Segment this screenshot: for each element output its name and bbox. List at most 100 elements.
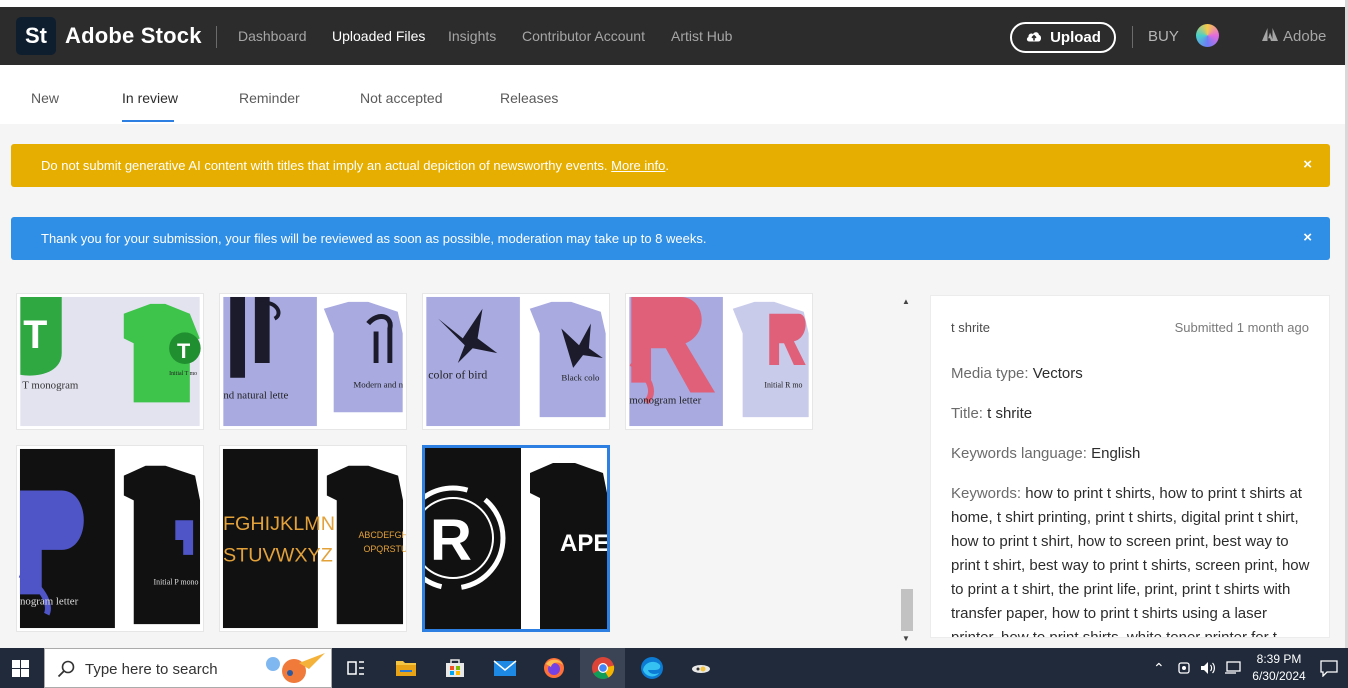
nav-uploaded-files[interactable]: Uploaded Files (332, 28, 425, 44)
keywords-language-label: Keywords language: (951, 445, 1087, 462)
taskbar-search-box[interactable]: Type here to search (44, 648, 332, 688)
top-header: St Adobe Stock Dashboard Uploaded Files … (0, 7, 1345, 65)
svg-text:Initial R mo: Initial R mo (764, 381, 802, 390)
title-field: Title: t shrite (951, 402, 1315, 426)
task-view-icon[interactable] (344, 656, 368, 680)
thumbnail-image: nogram letter Initial P mono (18, 448, 201, 629)
scrollbar-thumb[interactable] (901, 589, 913, 631)
chrome-icon[interactable] (591, 656, 615, 680)
media-type-field: Media type: Vectors (951, 362, 1315, 386)
windows-start-icon[interactable] (12, 660, 29, 677)
nav-dashboard[interactable]: Dashboard (238, 28, 307, 44)
mail-icon[interactable] (493, 656, 517, 680)
tab-in-review[interactable]: In review (122, 90, 178, 106)
svg-text:nd natural lette: nd natural lette (223, 389, 288, 401)
thumbnail-image: FGHIJKLMN STUVWXYZ ABCDEFGH OPQRSTU (222, 448, 406, 629)
scroll-down-arrow-icon[interactable]: ▼ (902, 634, 910, 643)
file-name: t shrite (951, 320, 991, 335)
avatar[interactable] (1196, 24, 1219, 47)
nav-contributor-account[interactable]: Contributor Account (522, 28, 645, 44)
microsoft-store-icon[interactable] (443, 656, 467, 680)
svg-text:T monogram: T monogram (22, 380, 79, 392)
svg-text:R: R (430, 508, 472, 573)
thumbnail-image: nd natural lette Modern and n (223, 296, 404, 427)
notification-center-icon[interactable] (1320, 660, 1338, 677)
adobe-link[interactable]: Adobe (1262, 28, 1326, 45)
app-icon[interactable] (689, 656, 713, 680)
brand-name[interactable]: Adobe Stock (65, 23, 202, 49)
buy-link[interactable]: BUY (1148, 28, 1179, 45)
upload-button[interactable]: Upload (1010, 22, 1116, 53)
adobe-stock-logo[interactable]: St (16, 17, 56, 55)
header-divider (1132, 26, 1133, 48)
media-type-label: Media type: (951, 365, 1029, 382)
thumbnail-t-monogram[interactable]: T T T monogram Initial T mo (16, 293, 204, 430)
search-icon (57, 660, 75, 678)
tab-releases[interactable]: Releases (500, 90, 558, 106)
warning-text: Do not submit generative AI content with… (41, 158, 608, 173)
file-detail-panel: t shrite Submitted 1 month ago Media typ… (930, 295, 1330, 638)
system-clock[interactable]: 8:39 PM 6/30/2024 (1250, 651, 1308, 685)
edge-icon[interactable] (640, 656, 664, 680)
clock-date: 6/30/2024 (1252, 669, 1306, 683)
search-highlight-icon (266, 653, 325, 683)
warning-tail: . (665, 158, 669, 173)
volume-icon[interactable] (1200, 660, 1216, 676)
svg-text:STUVWXYZ: STUVWXYZ (223, 545, 333, 567)
show-hidden-icons-icon[interactable]: ⌃ (1153, 660, 1165, 677)
adobe-label: Adobe (1283, 28, 1327, 45)
svg-text:FGHIJKLMN: FGHIJKLMN (223, 513, 335, 535)
svg-text:APE: APE (560, 530, 607, 557)
upload-label: Upload (1050, 29, 1101, 46)
submission-info-banner: Thank you for your submission, your file… (11, 217, 1330, 260)
svg-text:Modern and n: Modern and n (353, 380, 403, 390)
thumbnail-image: color of bird Black colo (426, 296, 606, 427)
info-text: Thank you for your submission, your file… (41, 231, 707, 246)
svg-text:ABCDEFGH: ABCDEFGH (359, 530, 406, 540)
status-tabs: New In review Reminder Not accepted Rele… (0, 65, 1345, 124)
adobe-logo-icon (1262, 28, 1278, 45)
svg-text:OPQRSTU: OPQRSTU (363, 544, 406, 554)
thumbnail-alphabet[interactable]: FGHIJKLMN STUVWXYZ ABCDEFGH OPQRSTU (219, 445, 407, 632)
svg-text:Initial P mono: Initial P mono (154, 578, 199, 587)
header-divider (216, 26, 217, 48)
tab-not-accepted[interactable]: Not accepted (360, 90, 443, 106)
meet-now-icon[interactable] (1178, 660, 1192, 676)
tab-reminder[interactable]: Reminder (239, 90, 300, 106)
tab-new[interactable]: New (31, 90, 59, 106)
grid-scrollbar[interactable]: ▲ ▼ (900, 295, 913, 645)
thumbnail-r-monogram[interactable]: monogram letter Initial R mo (625, 293, 813, 430)
close-icon[interactable]: × (1303, 229, 1312, 246)
thumbnail-image: R APE (425, 448, 607, 629)
firefox-icon[interactable] (542, 656, 566, 680)
submitted-date: Submitted 1 month ago (1174, 320, 1309, 335)
cloud-upload-icon (1025, 29, 1043, 47)
more-info-link[interactable]: More info (611, 158, 665, 173)
svg-text:Initial T mo: Initial T mo (169, 371, 197, 377)
clock-time: 8:39 PM (1256, 652, 1302, 666)
thumbnail-color-of-bird[interactable]: color of bird Black colo (422, 293, 610, 430)
keywords-language-value: English (1091, 445, 1141, 462)
svg-text:T: T (23, 313, 47, 357)
nav-insights[interactable]: Insights (448, 28, 496, 44)
network-icon[interactable] (1224, 660, 1242, 676)
active-tab-indicator (122, 120, 174, 122)
scroll-up-arrow-icon[interactable]: ▲ (902, 297, 910, 306)
close-icon[interactable]: × (1303, 156, 1312, 173)
svg-text:monogram letter: monogram letter (629, 394, 701, 406)
file-explorer-icon[interactable] (394, 656, 418, 680)
thumbnail-r-logo-selected[interactable]: R APE (422, 445, 610, 632)
nav-artist-hub[interactable]: Artist Hub (671, 28, 732, 44)
keywords-field: Keywords: how to print t shirts, how to … (951, 482, 1315, 637)
thumbnail-natural-letter[interactable]: nd natural lette Modern and n (219, 293, 407, 430)
keywords-language-field: Keywords language: English (951, 442, 1315, 466)
svg-text:Black colo: Black colo (561, 373, 600, 383)
thumbnail-p-monogram[interactable]: nogram letter Initial P mono (16, 445, 204, 632)
thumbnail-image: T T T monogram Initial T mo (20, 296, 201, 427)
windows-taskbar: Type here to search ⌃ 8:39 PM 6/30/2024 (0, 648, 1348, 688)
svg-text:T: T (177, 338, 190, 363)
media-type-value: Vectors (1032, 365, 1083, 382)
title-value: t shrite (987, 405, 1033, 422)
main-content: Do not submit generative AI content with… (0, 124, 1345, 648)
search-placeholder: Type here to search (85, 661, 218, 678)
